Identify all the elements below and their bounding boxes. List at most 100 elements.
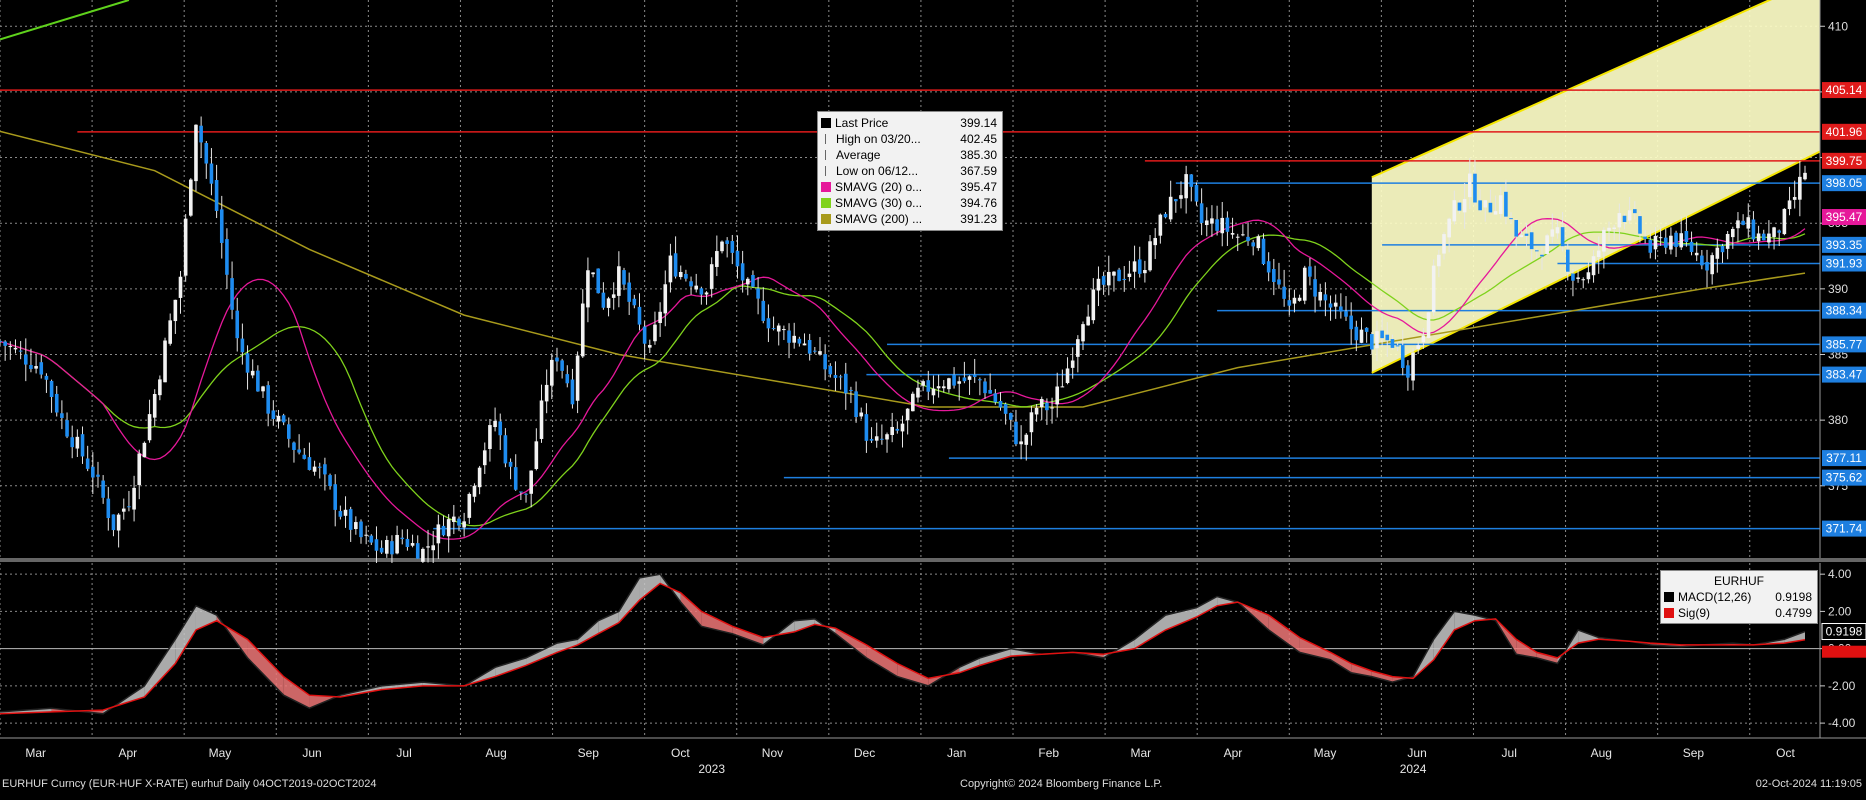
candle-body [1112, 271, 1116, 276]
candle-body [116, 514, 121, 531]
x-tick-label-jan: Jan [947, 746, 966, 760]
candle-body [1648, 239, 1653, 253]
candle-body [1767, 233, 1771, 243]
candle-body [1431, 265, 1436, 313]
candle-body [1746, 217, 1751, 229]
x-tick-label-jul: Jul [1502, 746, 1517, 760]
candle-body [1215, 219, 1219, 231]
candle-body [1782, 208, 1787, 235]
candle-body [880, 438, 884, 440]
candle-body [194, 124, 198, 182]
candle-body [1689, 241, 1694, 253]
candle-body [658, 311, 662, 324]
candle-body [1096, 278, 1101, 291]
candle-body [34, 366, 38, 369]
candle-body [849, 389, 853, 391]
x-tick-label-oct: Oct [1776, 746, 1795, 760]
x-tick-label-jul: Jul [396, 746, 411, 760]
candle-body [1344, 311, 1348, 317]
level-tag-375.62-text: 375.62 [1826, 471, 1863, 485]
candle-body [1545, 235, 1549, 254]
candle-body [23, 354, 28, 365]
candle-body [1297, 297, 1302, 301]
candle-body [1349, 315, 1353, 330]
candle-body [1081, 324, 1085, 342]
candle-body [513, 467, 518, 490]
candle-body [1370, 334, 1374, 350]
candle-body [550, 359, 554, 386]
candle-body [323, 464, 327, 475]
legend-swatch [825, 134, 836, 144]
candle-body [699, 288, 704, 295]
candle-body [684, 273, 688, 279]
candle-body [1282, 286, 1286, 299]
candle-body [751, 274, 755, 287]
candle-body [1576, 277, 1580, 279]
candle-body [1426, 312, 1431, 338]
level-tag-391.93-text: 391.93 [1826, 257, 1863, 271]
candle-body [622, 270, 626, 285]
candle-body [1473, 173, 1477, 203]
candle-body [0, 340, 2, 342]
candle-body [39, 362, 44, 375]
candle-body [415, 543, 420, 559]
macd-legend: EURHUF MACD(12,26) 0.9198 Sig(9) 0.4799 [1660, 570, 1818, 624]
candle-body [1447, 218, 1451, 238]
candle-body [1122, 278, 1127, 281]
candle-body [978, 379, 982, 381]
candle-body [1045, 402, 1049, 411]
candle-body [642, 326, 647, 344]
candle-body [338, 511, 343, 517]
macd-value-tag-text: 0.9198 [1826, 625, 1863, 639]
candle-body [782, 329, 786, 331]
macd-legend-label: MACD(12,26) [1678, 590, 1752, 604]
macd-tick-label: 2.00 [1828, 604, 1852, 618]
candle-body [96, 474, 100, 477]
candle-body [1524, 233, 1529, 236]
candle-body [1235, 236, 1240, 238]
candle-body [132, 487, 136, 510]
candle-body [29, 365, 33, 370]
macd-tick-label: 4.00 [1828, 567, 1852, 581]
candle-body [91, 466, 95, 478]
candle-body [890, 426, 894, 435]
candle-body [694, 285, 699, 290]
candle-body [405, 538, 410, 547]
candle-body [864, 414, 869, 441]
candle-body [1395, 345, 1400, 347]
candle-body [452, 516, 456, 522]
candle-body [1313, 279, 1317, 297]
candle-body [1504, 191, 1508, 217]
candle-body [1571, 273, 1575, 281]
candle-body [709, 264, 714, 289]
candle-body [493, 420, 497, 428]
candle-body [539, 400, 544, 439]
candle-body [390, 541, 394, 555]
footer-right: 02-Oct-2024 11:19:05 [1755, 778, 1862, 790]
candle-body [1220, 217, 1225, 234]
candle-body [1106, 271, 1111, 286]
candle-body [524, 493, 528, 495]
candle-body [137, 453, 142, 485]
candle-body [1385, 334, 1390, 341]
candle-body [1483, 200, 1488, 208]
candle-body [1137, 259, 1142, 274]
candle-body [1029, 412, 1034, 433]
x-tick-label-apr: Apr [1224, 746, 1243, 760]
legend-swatch [825, 166, 836, 176]
candle-body [1792, 197, 1797, 200]
candle-body [601, 292, 606, 308]
level-tag-388.34-text: 388.34 [1826, 304, 1863, 318]
candle-body [436, 524, 441, 544]
candle-body [147, 414, 152, 441]
candle-body [1602, 229, 1606, 252]
candle-body [1019, 441, 1023, 445]
candle-body [637, 306, 642, 325]
macd-legend-label: Sig(9) [1678, 606, 1711, 620]
candle-body [926, 380, 931, 392]
candle-body [462, 521, 466, 528]
candle-body [1076, 339, 1080, 357]
candle-body [1622, 215, 1627, 223]
candle-body [957, 381, 962, 384]
candle-body [1643, 236, 1647, 240]
